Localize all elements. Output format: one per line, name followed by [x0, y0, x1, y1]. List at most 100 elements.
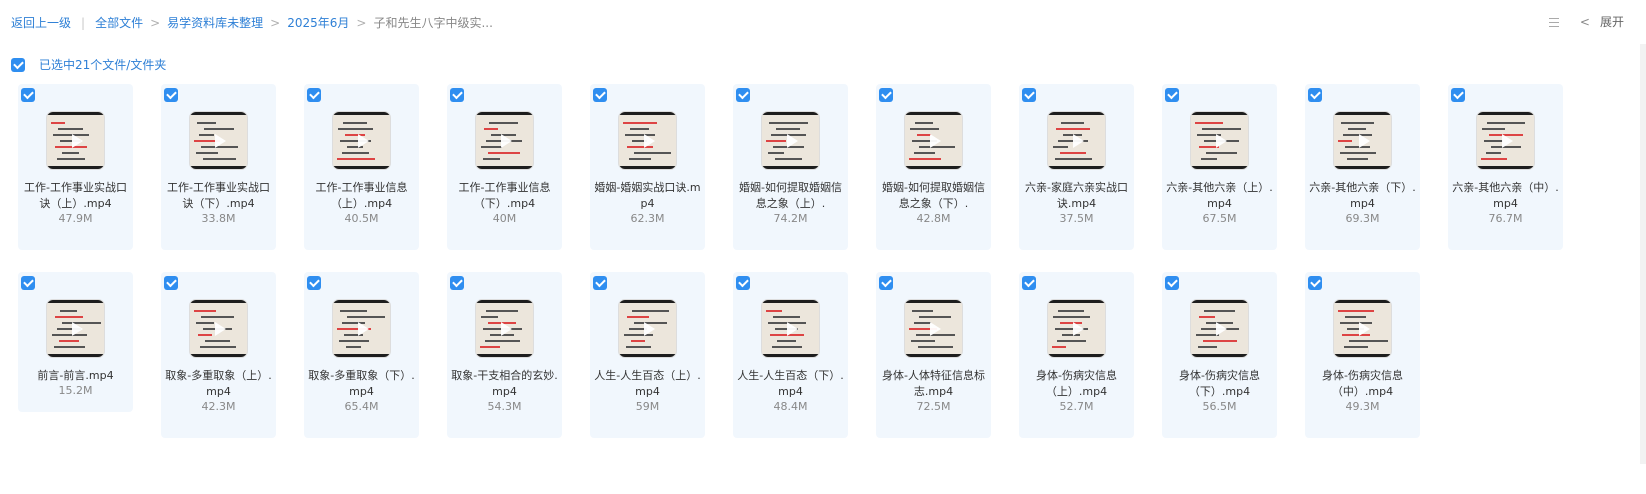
file-name[interactable]: 婚姻-如何提取婚姻信息之象（下）. [880, 180, 987, 212]
file-name[interactable]: 人生-人生百态（下）.mp4 [737, 368, 844, 400]
file-name[interactable]: 取象-多重取象（上）.mp4 [165, 368, 272, 400]
video-thumbnail[interactable] [475, 299, 534, 358]
file-checkbox[interactable] [307, 88, 321, 102]
breadcrumb-item-month[interactable]: 2025年6月 [287, 14, 349, 31]
file-name[interactable]: 工作-工作事业信息（上）.mp4 [308, 180, 415, 212]
file-name[interactable]: 前言-前言.mp4 [22, 368, 129, 384]
chevron-left-icon[interactable]: < [1580, 15, 1590, 29]
video-thumbnail[interactable] [332, 111, 391, 170]
play-icon [930, 322, 941, 336]
file-checkbox[interactable] [879, 88, 893, 102]
file-checkbox[interactable] [593, 88, 607, 102]
file-checkbox[interactable] [879, 276, 893, 290]
file-card[interactable]: 身体-伤病灾信息（上）.mp4 52.7M [1019, 272, 1134, 438]
file-name[interactable]: 工作-工作事业实战口诀（下）.mp4 [165, 180, 272, 212]
file-name[interactable]: 取象-干支相合的玄妙.mp4 [451, 368, 558, 400]
select-all-checkbox[interactable] [11, 57, 25, 72]
video-thumbnail[interactable] [904, 299, 963, 358]
file-card[interactable]: 工作-工作事业信息（上）.mp4 40.5M [304, 84, 419, 250]
file-checkbox[interactable] [736, 88, 750, 102]
file-name[interactable]: 六亲-家庭六亲实战口诀.mp4 [1023, 180, 1130, 212]
file-card[interactable]: 取象-多重取象（下）.mp4 65.4M [304, 272, 419, 438]
file-name[interactable]: 身体-伤病灾信息（中）.mp4 [1309, 368, 1416, 400]
video-thumbnail[interactable] [1333, 111, 1392, 170]
video-thumbnail[interactable] [904, 111, 963, 170]
file-checkbox[interactable] [307, 276, 321, 290]
file-name[interactable]: 工作-工作事业实战口诀（上）.mp4 [22, 180, 129, 212]
file-card[interactable]: 人生-人生百态（上）.mp4 59M [590, 272, 705, 438]
video-thumbnail[interactable] [618, 299, 677, 358]
play-icon [72, 134, 83, 148]
file-name[interactable]: 人生-人生百态（上）.mp4 [594, 368, 701, 400]
file-checkbox[interactable] [736, 276, 750, 290]
file-card[interactable]: 人生-人生百态（下）.mp4 48.4M [733, 272, 848, 438]
file-card[interactable]: 六亲-其他六亲（中）.mp4 76.7M [1448, 84, 1563, 250]
video-thumbnail[interactable] [1190, 299, 1249, 358]
video-thumbnail[interactable] [761, 299, 820, 358]
file-checkbox[interactable] [1451, 88, 1465, 102]
file-checkbox[interactable] [450, 88, 464, 102]
file-card[interactable]: 六亲-其他六亲（上）.mp4 67.5M [1162, 84, 1277, 250]
file-card[interactable]: 身体-人体特征信息标志.mp4 72.5M [876, 272, 991, 438]
file-card[interactable]: 工作-工作事业实战口诀（下）.mp4 33.8M [161, 84, 276, 250]
file-card[interactable]: 身体-伤病灾信息（下）.mp4 56.5M [1162, 272, 1277, 438]
file-name[interactable]: 婚姻-如何提取婚姻信息之象（上）. [737, 180, 844, 212]
play-icon [1359, 134, 1370, 148]
file-size: 33.8M [201, 212, 236, 225]
video-thumbnail[interactable] [189, 299, 248, 358]
file-name[interactable]: 婚姻-婚姻实战口诀.mp4 [594, 180, 701, 212]
file-checkbox[interactable] [21, 88, 35, 102]
file-checkbox[interactable] [1308, 88, 1322, 102]
video-thumbnail[interactable] [46, 111, 105, 170]
file-name[interactable]: 身体-伤病灾信息（上）.mp4 [1023, 368, 1130, 400]
file-checkbox[interactable] [1308, 276, 1322, 290]
file-card[interactable]: 工作-工作事业实战口诀（上）.mp4 47.9M [18, 84, 133, 250]
file-checkbox[interactable] [21, 276, 35, 290]
file-size: 74.2M [773, 212, 808, 225]
file-checkbox[interactable] [164, 88, 178, 102]
file-name[interactable]: 身体-伤病灾信息（下）.mp4 [1166, 368, 1273, 400]
file-checkbox[interactable] [1165, 88, 1179, 102]
file-checkbox[interactable] [1165, 276, 1179, 290]
video-thumbnail[interactable] [1190, 111, 1249, 170]
breadcrumb-item-library[interactable]: 易学资料库未整理 [167, 14, 263, 31]
file-card[interactable]: 婚姻-如何提取婚姻信息之象（下）. 42.8M [876, 84, 991, 250]
breadcrumb: 返回上一级 | 全部文件 > 易学资料库未整理 > 2025年6月 > 子和先生… [11, 14, 493, 31]
video-thumbnail[interactable] [618, 111, 677, 170]
file-name[interactable]: 六亲-其他六亲（下）.mp4 [1309, 180, 1416, 212]
file-name[interactable]: 六亲-其他六亲（中）.mp4 [1452, 180, 1559, 212]
video-thumbnail[interactable] [1047, 111, 1106, 170]
video-thumbnail[interactable] [332, 299, 391, 358]
expand-button[interactable]: 展开 [1600, 13, 1624, 30]
file-name[interactable]: 身体-人体特征信息标志.mp4 [880, 368, 987, 400]
file-checkbox[interactable] [1022, 276, 1036, 290]
video-thumbnail[interactable] [761, 111, 820, 170]
file-checkbox[interactable] [1022, 88, 1036, 102]
file-checkbox[interactable] [164, 276, 178, 290]
file-card[interactable]: 婚姻-婚姻实战口诀.mp4 62.3M [590, 84, 705, 250]
video-thumbnail[interactable] [1476, 111, 1535, 170]
file-checkbox[interactable] [593, 276, 607, 290]
file-card[interactable]: 取象-干支相合的玄妙.mp4 54.3M [447, 272, 562, 438]
file-card[interactable]: 六亲-家庭六亲实战口诀.mp4 37.5M [1019, 84, 1134, 250]
file-card[interactable]: 身体-伤病灾信息（中）.mp4 49.3M [1305, 272, 1420, 438]
list-view-icon[interactable] [1548, 16, 1560, 28]
video-thumbnail[interactable] [46, 299, 105, 358]
file-name[interactable]: 工作-工作事业信息（下）.mp4 [451, 180, 558, 212]
file-name[interactable]: 六亲-其他六亲（上）.mp4 [1166, 180, 1273, 212]
file-card[interactable]: 前言-前言.mp4 15.2M [18, 272, 133, 412]
scrollbar[interactable] [1640, 44, 1646, 464]
view-tools: < 展开 [1548, 13, 1624, 30]
file-name[interactable]: 取象-多重取象（下）.mp4 [308, 368, 415, 400]
file-card[interactable]: 婚姻-如何提取婚姻信息之象（上）. 74.2M [733, 84, 848, 250]
file-card[interactable]: 工作-工作事业信息（下）.mp4 40M [447, 84, 562, 250]
video-thumbnail[interactable] [1333, 299, 1392, 358]
file-checkbox[interactable] [450, 276, 464, 290]
back-link[interactable]: 返回上一级 [11, 14, 71, 31]
breadcrumb-item-all-files[interactable]: 全部文件 [95, 14, 143, 31]
video-thumbnail[interactable] [475, 111, 534, 170]
file-card[interactable]: 六亲-其他六亲（下）.mp4 69.3M [1305, 84, 1420, 250]
video-thumbnail[interactable] [189, 111, 248, 170]
video-thumbnail[interactable] [1047, 299, 1106, 358]
file-card[interactable]: 取象-多重取象（上）.mp4 42.3M [161, 272, 276, 438]
